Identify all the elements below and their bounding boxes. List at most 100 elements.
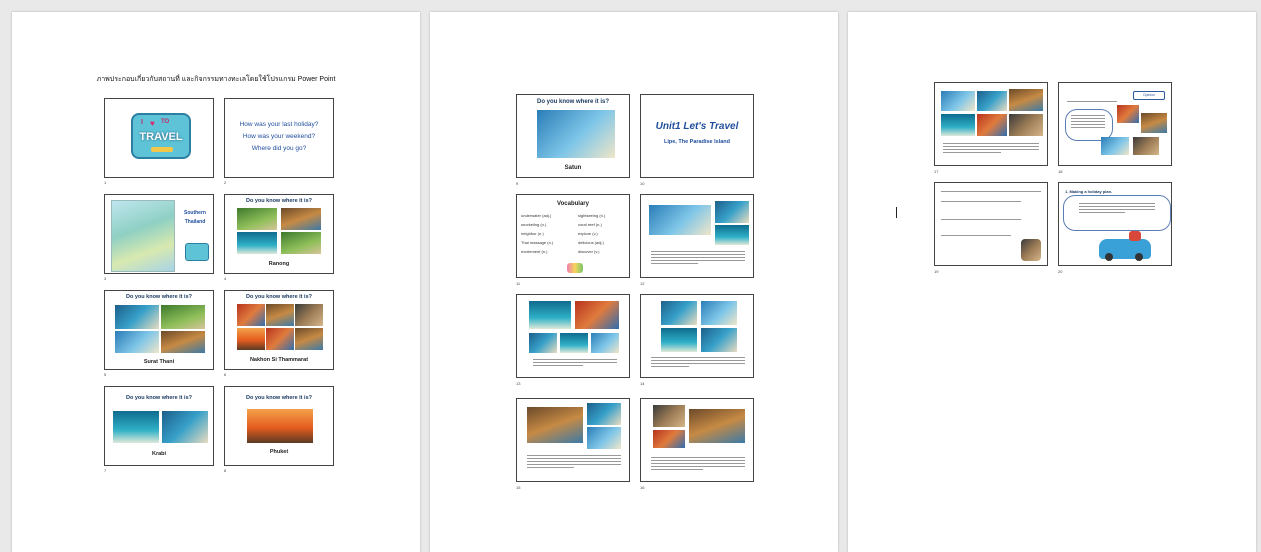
slide-question: Do you know where it is? <box>125 395 192 401</box>
vocab-word: snorkeling (n.) <box>521 222 547 227</box>
slide-paragraph <box>943 143 1039 155</box>
document-page-2: Do you know where it is? Satun 9 Unit1 L… <box>430 12 838 552</box>
slide-thumbnail-7[interactable]: Do you know where it is? Krabi <box>104 386 214 466</box>
slide-thumbnail-4[interactable]: Do you know where it is? Ranong <box>224 194 334 274</box>
slide-thumbnail-13[interactable] <box>516 294 630 378</box>
slide-paragraph <box>651 251 745 266</box>
slide-question-list <box>941 191 1041 194</box>
slide-photo <box>281 232 321 254</box>
slide-thumbnail-16[interactable] <box>640 398 754 482</box>
slide-thumbnail-15[interactable] <box>516 398 630 482</box>
text-cursor <box>896 207 897 218</box>
slide-thumbnail-12[interactable] <box>640 194 754 278</box>
luggage-tag <box>151 147 173 152</box>
slide-photo <box>575 301 619 329</box>
slide-number: 12 <box>640 281 645 286</box>
slide-place-name: Krabi <box>151 451 167 457</box>
slide-number: 1 <box>104 180 107 185</box>
luggage-small-image <box>185 243 209 261</box>
slide-photo <box>295 304 323 326</box>
luggage-text-i: I <box>141 119 143 126</box>
slide-thumbnail-9[interactable]: Do you know where it is? Satun <box>516 94 630 178</box>
slide-photo <box>587 427 621 449</box>
slide-heading: 1. Making a holiday plan. <box>1065 189 1113 194</box>
slide-paragraph <box>533 359 617 368</box>
slide-photo <box>649 205 711 235</box>
slide-question: Do you know where it is? <box>245 395 312 401</box>
slide-photo <box>701 301 737 325</box>
vocab-word: sightseeing (n.) <box>578 213 606 218</box>
slide-photo <box>1117 105 1139 123</box>
heart-icon: ♥ <box>150 119 155 128</box>
slide-thumbnail-17[interactable] <box>934 82 1048 166</box>
slide-thumbnail-1[interactable]: I ♥ TO TRAVEL <box>104 98 214 178</box>
vocab-word: explore (v.) <box>578 231 598 236</box>
slide-number: 18 <box>1058 169 1063 174</box>
slide-thumbnail-11[interactable]: Vocabulary underwater (adj.) sightseeing… <box>516 194 630 278</box>
slide-thumbnail-6[interactable]: Do you know where it is? Nakhon Si Thamm… <box>224 290 334 370</box>
slide-place-name: Satun <box>564 165 582 171</box>
car-illustration <box>1099 231 1151 261</box>
luggage-text-to: TO <box>161 119 170 125</box>
document-title: ภาพประกอบเกี่ยวกับสถานที่ และกิจกรรมทางท… <box>96 76 336 83</box>
vocab-word: delicious (adj.) <box>578 240 604 245</box>
slide-photo <box>653 405 685 427</box>
slide-number: 19 <box>934 269 939 274</box>
slide-question-list <box>941 219 1021 222</box>
slide-number: 7 <box>104 468 107 473</box>
slide-photo <box>1133 137 1159 155</box>
slide-number: 5 <box>104 372 107 377</box>
slide-photo <box>591 333 619 353</box>
slide-photo <box>266 304 294 326</box>
slide-thumbnail-19[interactable] <box>934 182 1048 266</box>
slide-thumbnail-8[interactable]: Do you know where it is? Phuket <box>224 386 334 466</box>
slide-photo <box>161 331 205 353</box>
slide-photo <box>587 403 621 425</box>
vocab-word: discover (v.) <box>578 249 600 254</box>
vocab-word: underwater (adj.) <box>521 213 552 218</box>
slide-thumbnail-3[interactable]: Southern Thailand <box>104 194 214 274</box>
slide-number: 8 <box>224 468 227 473</box>
slide-place-name: Surat Thani <box>143 359 175 365</box>
slide-photo <box>266 328 294 350</box>
slide-thumbnail-2[interactable]: How was your last holiday? How was your … <box>224 98 334 178</box>
slide-thumbnail-14[interactable] <box>640 294 754 378</box>
luggage-illustration: I ♥ TO TRAVEL <box>131 113 191 159</box>
slide-photo <box>162 411 208 443</box>
slide-number: 20 <box>1058 269 1063 274</box>
slide-unit-title: Unit1 Let's Travel <box>655 121 739 132</box>
slide-photo <box>1141 113 1167 133</box>
slide-number: 6 <box>224 372 227 377</box>
vocab-word: Thai massage (n.) <box>521 240 554 245</box>
slide-place-name: Nakhon Si Thammarat <box>249 357 309 363</box>
document-page-1: ภาพประกอบเกี่ยวกับสถานที่ และกิจกรรมทางท… <box>12 12 420 552</box>
thailand-map-image <box>111 200 175 272</box>
slide-thumbnail-18[interactable]: Opinion <box>1058 82 1172 166</box>
slide-question: Do you know where it is? <box>125 294 192 300</box>
slide-thumbnail-10[interactable]: Unit1 Let's Travel Lipe, The Paradise Is… <box>640 94 754 178</box>
vocabulary-title: Vocabulary <box>557 201 589 207</box>
vocab-word: excitement (n.) <box>521 249 548 254</box>
slide-number: 2 <box>224 180 227 185</box>
slide-photo <box>715 201 749 223</box>
slide-photo <box>715 225 749 245</box>
slide-thumbnail-5[interactable]: Do you know where it is? Surat Thani <box>104 290 214 370</box>
slide-photo <box>237 328 265 350</box>
slide-photo <box>1009 89 1043 111</box>
slide-text-line: How was your weekend? <box>242 133 316 140</box>
slide-photo <box>115 331 159 353</box>
slide-photo <box>247 409 313 443</box>
slide-region-label: Southern Thailand <box>184 210 206 225</box>
slide-photo <box>1009 114 1043 136</box>
slide-text-line: How was your last holiday? <box>239 121 319 128</box>
vocab-word: coral reef (n.) <box>578 222 602 227</box>
slide-heading-line <box>1067 101 1117 104</box>
slide-paragraph <box>651 357 745 369</box>
slide-thumbnail-20[interactable]: 1. Making a holiday plan. <box>1058 182 1172 266</box>
slide-photo <box>1101 137 1129 155</box>
slide-number: 10 <box>640 181 645 186</box>
bubble-options <box>1071 115 1105 130</box>
slide-photo <box>529 333 557 353</box>
slide-photo <box>941 91 975 111</box>
slide-photo <box>527 407 583 443</box>
